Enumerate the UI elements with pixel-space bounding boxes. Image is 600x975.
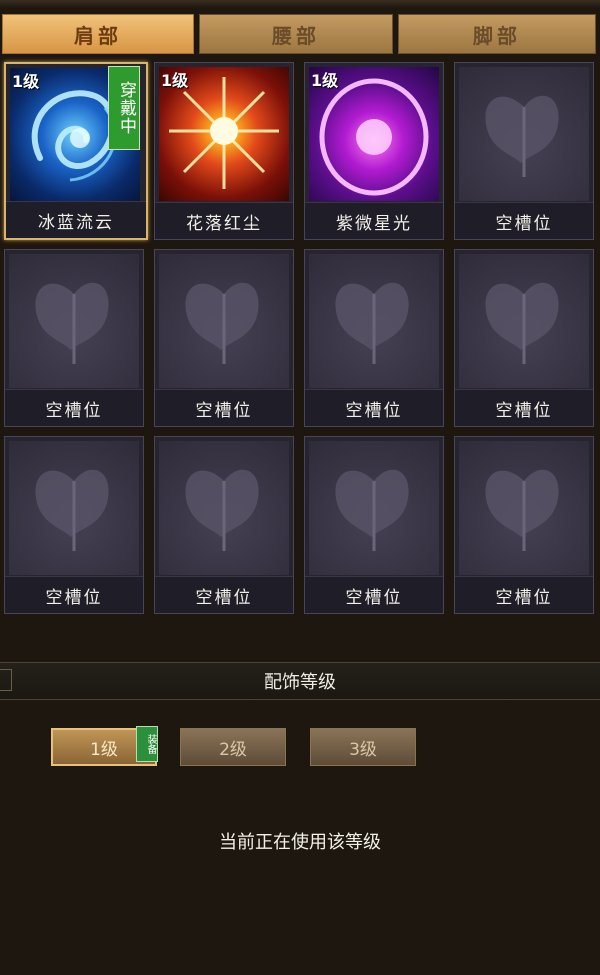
butterfly-icon <box>9 441 139 575</box>
tab-shoulder[interactable]: 肩部 <box>2 14 194 54</box>
wearing-badge: 穿戴中 <box>108 66 140 150</box>
level-label: 1级 <box>311 71 339 90</box>
slot-item[interactable]: 空槽位 <box>454 436 594 614</box>
slot-name: 冰蓝流云 <box>6 201 146 238</box>
slot-name: 空槽位 <box>305 389 443 426</box>
slot-item[interactable]: 空槽位 <box>304 436 444 614</box>
slot-name: 空槽位 <box>455 202 593 239</box>
level-2-button[interactable]: 2级 <box>180 728 286 766</box>
slot-item[interactable]: 空槽位 <box>154 249 294 427</box>
section-header: 配饰等级 <box>0 662 600 700</box>
slot-name: 空槽位 <box>155 389 293 426</box>
slot-name: 花落红尘 <box>155 202 293 239</box>
butterfly-icon <box>309 254 439 388</box>
slot-name: 紫微星光 <box>305 202 443 239</box>
butterfly-icon <box>159 254 289 388</box>
slot-name: 空槽位 <box>5 389 143 426</box>
slot-name: 空槽位 <box>305 576 443 613</box>
section-title: 配饰等级 <box>264 672 336 693</box>
slot-name: 空槽位 <box>5 576 143 613</box>
level-label: 1级 <box>12 72 40 91</box>
slot-item[interactable]: 1级 穿戴中 冰蓝流云 <box>4 62 148 240</box>
slot-item[interactable]: 空槽位 <box>154 436 294 614</box>
butterfly-icon <box>159 441 289 575</box>
slot-name: 空槽位 <box>455 389 593 426</box>
slot-name: 空槽位 <box>155 576 293 613</box>
butterfly-icon <box>459 441 589 575</box>
slot-item[interactable]: 空槽位 <box>4 249 144 427</box>
slot-item[interactable]: 1级 紫微星光 <box>304 62 444 240</box>
level-3-button[interactable]: 3级 <box>310 728 416 766</box>
tab-foot[interactable]: 脚部 <box>398 14 596 54</box>
slot-name: 空槽位 <box>455 576 593 613</box>
slot-item[interactable]: 空槽位 <box>454 249 594 427</box>
slot-item[interactable]: 空槽位 <box>454 62 594 240</box>
slot-item[interactable]: 1级 花落红尘 <box>154 62 294 240</box>
butterfly-icon <box>309 441 439 575</box>
equipped-tag: 装备 <box>136 726 158 762</box>
slot-item[interactable]: 空槽位 <box>304 249 444 427</box>
level-label: 1级 <box>161 71 189 90</box>
tab-waist[interactable]: 腰部 <box>199 14 393 54</box>
tab-bar: 肩部 腰部 脚部 <box>0 14 600 56</box>
butterfly-icon <box>9 254 139 388</box>
status-text: 当前正在使用该等级 <box>219 832 381 853</box>
top-border <box>0 0 600 8</box>
butterfly-icon <box>459 254 589 388</box>
slot-item[interactable]: 空槽位 <box>4 436 144 614</box>
butterfly-icon <box>459 67 589 201</box>
